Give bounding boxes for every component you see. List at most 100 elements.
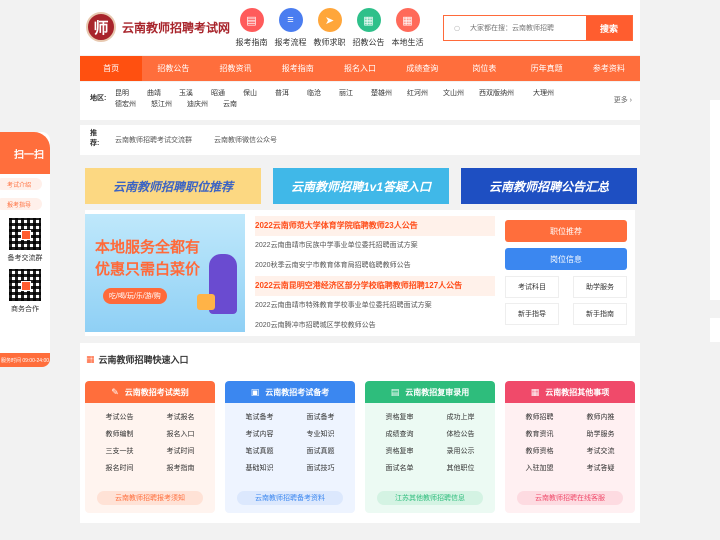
region-item[interactable]: 西双版纳州 xyxy=(479,88,533,99)
nav-home[interactable]: 首页 xyxy=(80,56,143,81)
card-link[interactable]: 考试内容 xyxy=(229,426,290,443)
region-item[interactable]: 红河州 xyxy=(407,88,443,99)
region-item[interactable]: 普洱 xyxy=(275,88,307,99)
recommend-link[interactable]: 云南教师招聘考试交流群 xyxy=(115,135,192,145)
region-item[interactable]: 临沧 xyxy=(307,88,339,99)
region-item[interactable]: 昭通 xyxy=(211,88,243,99)
right-floating-bar[interactable] xyxy=(710,100,720,300)
card-link[interactable]: 基础知识 xyxy=(229,460,290,477)
card-link[interactable]: 资格复审 xyxy=(369,409,430,426)
region-item[interactable]: 昆明 xyxy=(115,88,147,99)
card-link[interactable]: 录用公示 xyxy=(430,443,491,460)
card-link[interactable]: 考试时间 xyxy=(150,443,211,460)
card-link[interactable]: 笔试备考 xyxy=(229,409,290,426)
card-link[interactable]: 三支一扶 xyxy=(89,443,150,460)
position-recommend-button[interactable]: 职位推荐 xyxy=(505,220,627,242)
card-link[interactable]: 教师招聘 xyxy=(509,409,570,426)
search-button[interactable]: 搜索 xyxy=(586,16,632,40)
nav-past-exams[interactable]: 历年真题 xyxy=(516,56,578,81)
card-link[interactable]: 资格复审 xyxy=(369,443,430,460)
nav-registration[interactable]: 报名入口 xyxy=(329,56,391,81)
side-cell[interactable]: 考试科目 xyxy=(505,276,559,298)
region-item[interactable]: 德宏州 xyxy=(115,99,151,110)
card-link[interactable]: 面试名单 xyxy=(369,460,430,477)
card-footer-link[interactable]: 江苏其他教师招聘信息 xyxy=(377,491,483,505)
card-link[interactable]: 教育资讯 xyxy=(509,426,570,443)
region-item[interactable]: 曲靖 xyxy=(147,88,179,99)
card-link[interactable]: 助学服务 xyxy=(570,426,631,443)
region-item[interactable]: 楚雄州 xyxy=(371,88,407,99)
region-item[interactable]: 文山州 xyxy=(443,88,479,99)
card-link[interactable]: 其他职位 xyxy=(430,460,491,477)
card-footer-link[interactable]: 云南教师招聘备考资料 xyxy=(237,491,343,505)
grid-icon: ▦ xyxy=(530,386,540,397)
side-cell[interactable]: 助学服务 xyxy=(573,276,627,298)
region-item[interactable]: 丽江 xyxy=(339,88,371,99)
card-link[interactable]: 笔试真题 xyxy=(229,443,290,460)
nav-guide[interactable]: 报考指南 xyxy=(267,56,329,81)
card-link[interactable]: 考试答疑 xyxy=(570,460,631,477)
card-link[interactable]: 成功上岸 xyxy=(430,409,491,426)
card-header: ✎ 云南教招考试类别 xyxy=(85,381,215,403)
float-link[interactable]: 报考指导 xyxy=(0,198,42,210)
card-link[interactable]: 报名入口 xyxy=(150,426,211,443)
card-link[interactable]: 考试交流 xyxy=(570,443,631,460)
ad-banner[interactable]: 本地服务全都有 优惠只需白菜价 吃/喝/玩/乐/游/购 xyxy=(85,214,245,332)
card-footer-link[interactable]: 云南教师招聘在线客服 xyxy=(517,491,623,505)
nav-scores[interactable]: 成绩查询 xyxy=(391,56,453,81)
card-link[interactable]: 教师资格 xyxy=(509,443,570,460)
card-link[interactable]: 教师内推 xyxy=(570,409,631,426)
card-link[interactable]: 考试公告 xyxy=(89,409,150,426)
quicknav-item[interactable]: ▦ 本地生活 xyxy=(388,8,427,48)
card-link[interactable]: 专业知识 xyxy=(290,426,351,443)
card-link[interactable]: 体检公告 xyxy=(430,426,491,443)
card-link[interactable]: 面试真题 xyxy=(290,443,351,460)
news-item[interactable]: 2022云南昆明空港经济区部分学校临聘教师招聘127人公告 xyxy=(255,276,495,296)
nav-references[interactable]: 参考资料 xyxy=(578,56,640,81)
card-link[interactable]: 考试报名 xyxy=(150,409,211,426)
page: 师 云南教师招聘考试网 ▤ 报考指南 ≡ 报考流程 ➤ 教师求职 ▦ 招教公告 … xyxy=(80,0,640,540)
nav-positions[interactable]: 岗位表 xyxy=(453,56,515,81)
search-input[interactable] xyxy=(470,16,586,40)
card-link[interactable]: 面试备考 xyxy=(290,409,351,426)
card-links: 资格复审 成功上岸 成绩查询 体检公告 资格复审 录用公示 面试名单 其他职位 xyxy=(365,403,495,477)
recommend-link[interactable]: 云南教师微信公众号 xyxy=(214,135,277,145)
regions-more-link[interactable]: 更多 › xyxy=(614,95,632,105)
card-link[interactable]: 面试技巧 xyxy=(290,460,351,477)
quicknav-item[interactable]: ▦ 招教公告 xyxy=(349,8,388,48)
news-item[interactable]: 2022云南曲靖市民族中学事业单位委托招聘面试方案 xyxy=(255,236,495,256)
quicknav-item[interactable]: ▤ 报考指南 xyxy=(232,8,271,48)
position-info-button[interactable]: 岗位信息 xyxy=(505,248,627,270)
back-to-top-button[interactable] xyxy=(710,318,720,342)
region-item[interactable]: 迪庆州 xyxy=(187,99,223,110)
nav-announcements[interactable]: 招教公告 xyxy=(142,56,204,81)
region-item[interactable]: 大理州 xyxy=(533,88,569,99)
site-logo[interactable]: 师 云南教师招聘考试网 xyxy=(86,12,230,42)
card-link[interactable]: 成绩查询 xyxy=(369,426,430,443)
side-cell[interactable]: 新手指导 xyxy=(505,303,559,325)
news-item[interactable]: 2020云南腾冲市招聘城区学校教师公告 xyxy=(255,316,495,336)
card-link[interactable]: 报名时间 xyxy=(89,460,150,477)
quicknav-item[interactable]: ≡ 报考流程 xyxy=(271,8,310,48)
news-item[interactable]: 2020秋季云南安宁市教育体育局招聘临聘教师公告 xyxy=(255,256,495,276)
float-link[interactable]: 考试介绍 xyxy=(0,178,42,190)
news-item[interactable]: 2022云南师范大学体育学院临聘教师23人公告 xyxy=(255,216,495,236)
ad-headline-2: 优惠只需白菜价 xyxy=(95,261,201,278)
banner-announcements[interactable]: 云南教师招聘公告汇总 xyxy=(461,168,637,204)
region-item[interactable]: 云南 xyxy=(223,99,255,110)
region-item[interactable]: 保山 xyxy=(243,88,275,99)
side-cell[interactable]: 新手指南 xyxy=(573,303,627,325)
recommend-bar: 推荐: 云南教师招聘考试交流群 云南教师微信公众号 xyxy=(80,125,640,155)
region-item[interactable]: 玉溪 xyxy=(179,88,211,99)
card-link[interactable]: 入驻加盟 xyxy=(509,460,570,477)
region-item[interactable]: 怒江州 xyxy=(151,99,187,110)
banner-positions[interactable]: 云南教师招聘职位推荐 xyxy=(85,168,261,204)
card-footer-link[interactable]: 云南教师招聘报考须知 xyxy=(97,491,203,505)
paper-plane-icon: ➤ xyxy=(317,8,342,32)
card-link[interactable]: 教师编制 xyxy=(89,426,150,443)
quicknav-item[interactable]: ➤ 教师求职 xyxy=(310,8,349,48)
news-item[interactable]: 2022云南曲靖市特殊教育学校事业单位委托招聘面试方案 xyxy=(255,296,495,316)
banner-qa[interactable]: 云南教师招聘1v1答疑入口 xyxy=(273,168,449,204)
nav-news[interactable]: 招教资讯 xyxy=(204,56,266,81)
card-link[interactable]: 报考指南 xyxy=(150,460,211,477)
